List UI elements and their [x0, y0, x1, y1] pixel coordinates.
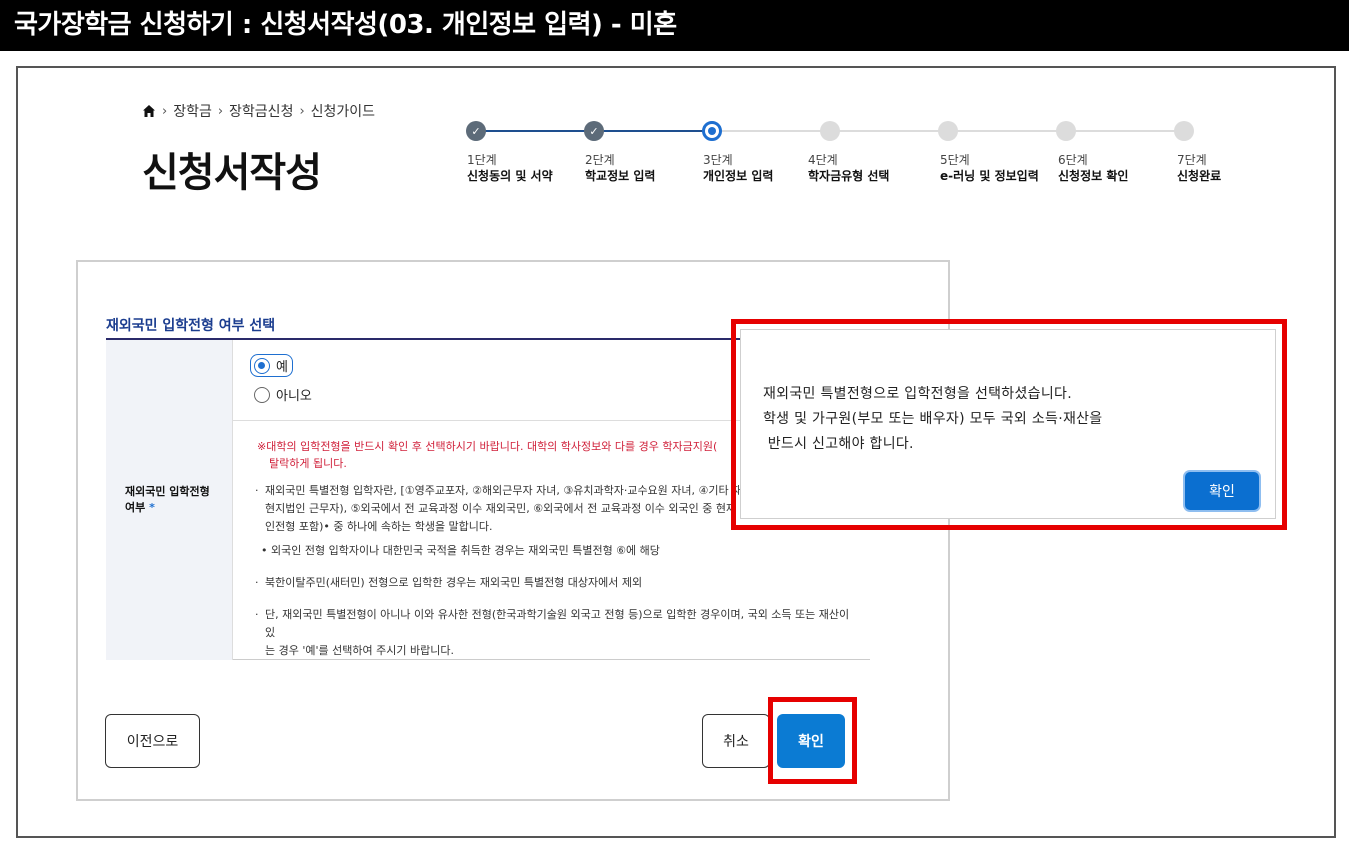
step-4-label: 4단계 학자금유형 선택 [808, 153, 890, 183]
bullet-dot: · [255, 484, 259, 497]
breadcrumb-item-scholarship[interactable]: 장학금 [173, 101, 212, 121]
step-6-label: 6단계 신청정보 확인 [1058, 153, 1129, 183]
cancel-button[interactable]: 취소 [702, 714, 770, 768]
step-connector [593, 130, 711, 132]
step-5-marker [938, 121, 958, 141]
chevron-right-icon: › [162, 103, 168, 119]
form-row-label: 재외국민 입학전형 여부 * [125, 485, 210, 514]
step-4-marker [820, 121, 840, 141]
radio-yes-label: 예 [276, 360, 288, 375]
breadcrumb-item-application[interactable]: 장학금신청 [229, 101, 293, 121]
bullet-dot: · [255, 608, 259, 621]
list-sub-item: • 외국인 전형 입학자이나 대한민국 국적을 취득한 경우는 재외국민 특별전… [261, 544, 660, 557]
step-1-check-icon: ✓ [466, 121, 486, 141]
list-item: · 북한이탈주민(새터민) 전형으로 입학한 경우는 재외국민 특별전형 대상자… [255, 574, 855, 592]
step-3-label: 3단계 개인정보 입력 [703, 153, 774, 183]
radio-no-control[interactable] [254, 386, 270, 403]
step-2-check-icon: ✓ [584, 121, 604, 141]
page-title: 신청서작성 [142, 150, 322, 196]
dialog-highlight [731, 319, 1287, 530]
section-title: 재외국민 입학전형 여부 선택 [106, 318, 276, 334]
step-5-label: 5단계 e-러닝 및 정보입력 [940, 153, 1039, 183]
previous-button[interactable]: 이전으로 [105, 714, 200, 768]
radio-option-yes[interactable]: 예 [250, 354, 293, 377]
step-6-marker [1056, 121, 1076, 141]
bullet-dot: • [261, 544, 271, 557]
document-banner-title: 국가장학금 신청하기 : 신청서작성(03. 개인정보 입력) - 미혼 [0, 0, 1349, 51]
step-1-label: 1단계 신청동의 및 서약 [467, 153, 553, 183]
bullet-dot: · [255, 576, 259, 589]
home-icon[interactable] [142, 104, 156, 118]
radio-focus-ring: 예 [250, 354, 293, 377]
radio-yes-control[interactable] [254, 357, 270, 374]
breadcrumb: › 장학금 › 장학금신청 › 신청가이드 [142, 101, 375, 121]
progress-stepper: ✓ ✓ 1단계 신청동의 및 서약 2단계 학교정보 입력 3단계 개인정보 입… [465, 120, 1225, 190]
step-connector [475, 130, 593, 132]
list-item: · 단, 재외국민 특별전형이 아니나 이와 유사한 전형(한국과학기술원 외국… [255, 608, 850, 657]
required-mark: * [149, 501, 155, 514]
radio-option-no[interactable]: 아니오 [254, 385, 312, 404]
chevron-right-icon: › [217, 103, 224, 119]
confirm-button-highlight [768, 697, 857, 784]
radio-no-label: 아니오 [276, 389, 312, 404]
step-7-label: 7단계 신청완료 [1177, 153, 1222, 183]
step-7-marker [1174, 121, 1194, 141]
step-2-label: 2단계 학교정보 입력 [585, 153, 656, 183]
breadcrumb-item-guide[interactable]: 신청가이드 [311, 101, 375, 121]
step-3-current-marker [702, 121, 722, 141]
chevron-right-icon: › [299, 103, 305, 119]
